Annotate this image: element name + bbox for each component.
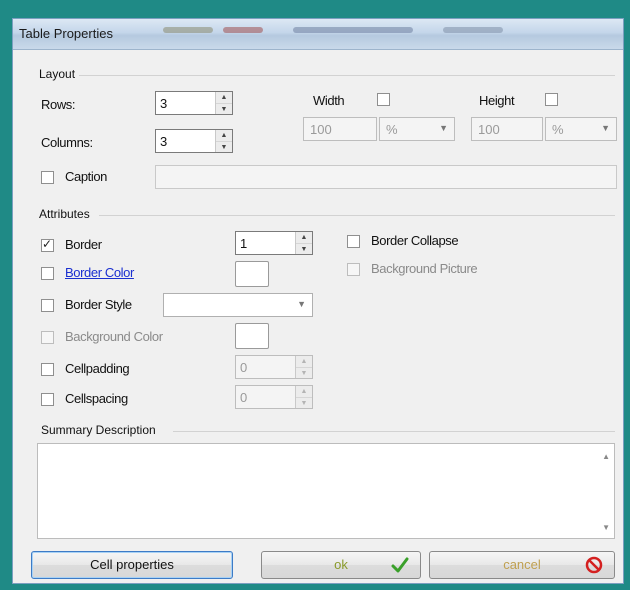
caption-label: Caption bbox=[65, 169, 108, 184]
ok-label: ok bbox=[334, 557, 348, 572]
background-color-swatch[interactable] bbox=[235, 323, 269, 349]
chevron-down-icon: ▼ bbox=[601, 123, 610, 133]
dialog-title: Table Properties bbox=[19, 26, 113, 41]
width-unit-select[interactable]: % ▼ bbox=[379, 117, 455, 141]
border-color-swatch[interactable] bbox=[235, 261, 269, 287]
cancel-button[interactable]: cancel bbox=[429, 551, 615, 579]
border-collapse-label: Border Collapse bbox=[371, 233, 459, 248]
cellpadding-value: 0 bbox=[240, 360, 248, 375]
height-unit-value: % bbox=[552, 122, 564, 137]
cellspacing-value: 0 bbox=[240, 390, 248, 405]
chevron-down-icon: ▼ bbox=[439, 123, 448, 133]
border-style-label: Border Style bbox=[65, 297, 132, 312]
background-color-checkbox[interactable] bbox=[41, 331, 54, 344]
cellspacing-spinner[interactable]: 0 ▲ ▼ bbox=[235, 385, 313, 409]
border-color-checkbox[interactable] bbox=[41, 267, 54, 280]
columns-value: 3 bbox=[160, 134, 168, 149]
cell-properties-button[interactable]: Cell properties bbox=[31, 551, 233, 579]
border-checkbox[interactable]: ✓ bbox=[41, 237, 54, 252]
height-input[interactable]: 100 bbox=[471, 117, 543, 141]
columns-spinner-buttons[interactable]: ▲ ▼ bbox=[215, 130, 232, 152]
title-bar[interactable]: Table Properties bbox=[13, 19, 623, 50]
spin-up-icon[interactable]: ▲ bbox=[216, 130, 232, 142]
border-style-checkbox[interactable] bbox=[41, 299, 54, 312]
cellpadding-label: Cellpadding bbox=[65, 361, 130, 376]
title-bar-blur bbox=[443, 27, 503, 33]
border-style-select[interactable]: ▼ bbox=[163, 293, 313, 317]
cellpadding-spinner[interactable]: 0 ▲ ▼ bbox=[235, 355, 313, 379]
rows-spinner-buttons[interactable]: ▲ ▼ bbox=[215, 92, 232, 114]
checkmark-icon bbox=[391, 557, 409, 573]
height-label: Height bbox=[479, 93, 515, 108]
layout-group-label: Layout bbox=[39, 67, 80, 81]
cellpadding-checkbox[interactable] bbox=[41, 363, 54, 376]
columns-label: Columns: bbox=[41, 135, 93, 150]
title-bar-blur bbox=[163, 27, 213, 33]
border-spinner-buttons[interactable]: ▲ ▼ bbox=[295, 232, 312, 254]
spin-down-icon[interactable]: ▼ bbox=[216, 142, 232, 153]
spin-down-icon[interactable]: ▼ bbox=[296, 244, 312, 255]
spin-up-icon[interactable]: ▲ bbox=[296, 232, 312, 244]
rows-value: 3 bbox=[160, 96, 168, 111]
caption-input[interactable] bbox=[155, 165, 617, 189]
cellspacing-label: Cellspacing bbox=[65, 391, 128, 406]
background-picture-checkbox[interactable] bbox=[347, 263, 360, 276]
border-collapse-checkbox[interactable] bbox=[347, 235, 360, 248]
rows-label: Rows: bbox=[41, 97, 76, 112]
attributes-group-divider bbox=[99, 215, 615, 216]
summary-scrollbar[interactable]: ▲ ▼ bbox=[596, 444, 614, 538]
height-unit-select[interactable]: % ▼ bbox=[545, 117, 617, 141]
spin-down-icon[interactable]: ▼ bbox=[296, 368, 312, 379]
attributes-group-label: Attributes bbox=[39, 207, 94, 221]
width-label: Width bbox=[313, 93, 345, 108]
spin-up-icon[interactable]: ▲ bbox=[296, 356, 312, 368]
summary-label: Summary Description bbox=[41, 423, 160, 437]
height-checkbox[interactable] bbox=[545, 93, 558, 106]
title-bar-blur bbox=[293, 27, 413, 33]
width-unit-value: % bbox=[386, 122, 398, 137]
layout-group-divider bbox=[79, 75, 615, 76]
border-color-link[interactable]: Border Color bbox=[65, 265, 134, 280]
scroll-down-icon[interactable]: ▼ bbox=[602, 523, 610, 532]
summary-textarea[interactable]: ▲ ▼ bbox=[37, 443, 615, 539]
border-label: Border bbox=[65, 237, 102, 252]
spin-up-icon[interactable]: ▲ bbox=[296, 386, 312, 398]
cellspacing-checkbox[interactable] bbox=[41, 393, 54, 406]
spin-down-icon[interactable]: ▼ bbox=[296, 398, 312, 409]
spin-up-icon[interactable]: ▲ bbox=[216, 92, 232, 104]
chevron-down-icon: ▼ bbox=[297, 299, 306, 309]
title-bar-blur bbox=[223, 27, 263, 33]
height-value: 100 bbox=[478, 122, 500, 137]
summary-divider bbox=[173, 431, 615, 432]
cancel-label: cancel bbox=[503, 557, 541, 572]
spin-down-icon[interactable]: ▼ bbox=[216, 104, 232, 115]
rows-spinner[interactable]: 3 ▲ ▼ bbox=[155, 91, 233, 115]
ok-button[interactable]: ok bbox=[261, 551, 421, 579]
border-spinner[interactable]: 1 ▲ ▼ bbox=[235, 231, 313, 255]
background-color-label: Background Color bbox=[65, 329, 163, 344]
table-properties-dialog: Table Properties Layout Rows: 3 ▲ ▼ Colu… bbox=[12, 18, 624, 584]
scroll-up-icon[interactable]: ▲ bbox=[602, 452, 610, 461]
border-value: 1 bbox=[240, 236, 248, 251]
cellpadding-spinner-buttons[interactable]: ▲ ▼ bbox=[295, 356, 312, 378]
check-icon: ✓ bbox=[42, 237, 53, 251]
cellspacing-spinner-buttons[interactable]: ▲ ▼ bbox=[295, 386, 312, 408]
width-input[interactable]: 100 bbox=[303, 117, 377, 141]
width-checkbox[interactable] bbox=[377, 93, 390, 106]
caption-checkbox[interactable] bbox=[41, 171, 54, 184]
width-value: 100 bbox=[310, 122, 332, 137]
cell-properties-label: Cell properties bbox=[90, 557, 174, 572]
columns-spinner[interactable]: 3 ▲ ▼ bbox=[155, 129, 233, 153]
background-picture-label: Background Picture bbox=[371, 261, 478, 276]
cancel-icon bbox=[585, 556, 603, 574]
